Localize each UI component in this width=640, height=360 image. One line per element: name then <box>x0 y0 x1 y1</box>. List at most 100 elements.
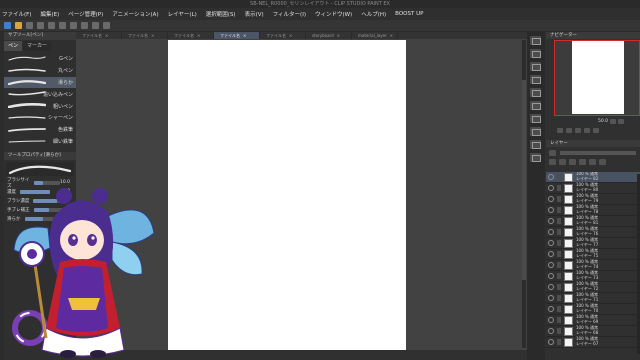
eye-icon[interactable] <box>548 339 554 345</box>
document-tab[interactable]: storyboard × <box>306 32 352 39</box>
menu-file[interactable]: ファイル(F) <box>2 10 31 18</box>
menu-selection[interactable]: 選択範囲(S) <box>206 10 236 18</box>
brush-item[interactable]: 滑らか <box>4 76 76 89</box>
lock-layer-icon[interactable] <box>569 159 576 165</box>
menu-window[interactable]: ウィンドウ(W) <box>315 10 352 18</box>
pen-icon[interactable] <box>557 295 561 301</box>
material-panel-icon[interactable] <box>530 101 541 110</box>
actual-size-icon[interactable] <box>566 127 572 133</box>
timeline-panel-icon[interactable] <box>530 114 541 123</box>
home-icon[interactable] <box>4 22 11 29</box>
eye-icon[interactable] <box>548 306 554 312</box>
menu-animation[interactable]: アニメーション(A) <box>112 10 158 18</box>
eye-icon[interactable] <box>548 328 554 334</box>
brush-item[interactable]: 細い鉄筆 <box>4 136 76 148</box>
auto-action-icon[interactable] <box>530 140 541 149</box>
subview-panel-icon[interactable] <box>530 49 541 58</box>
brush-item[interactable]: シャーペン <box>4 112 76 124</box>
color-panel-icon[interactable] <box>530 153 541 162</box>
zoom-in-icon[interactable] <box>610 118 617 124</box>
eye-icon[interactable] <box>548 196 554 202</box>
pen-icon[interactable] <box>557 251 561 257</box>
reference-layer-icon[interactable] <box>559 159 566 165</box>
navigator-zoom-value[interactable]: 50.0 <box>598 119 608 124</box>
rotate-left-icon[interactable] <box>575 127 581 133</box>
pen-icon[interactable] <box>557 240 561 246</box>
eye-icon[interactable] <box>548 218 554 224</box>
document-tab[interactable]: material_layer × <box>352 32 398 39</box>
pen-icon[interactable] <box>557 174 561 180</box>
save-icon[interactable] <box>37 22 44 29</box>
undo-icon[interactable] <box>48 22 55 29</box>
opacity-slider[interactable] <box>560 151 636 155</box>
new-file-icon[interactable] <box>15 22 22 29</box>
menu-boost-up[interactable]: BOOST UP <box>395 11 423 17</box>
tab-pen[interactable]: ペン <box>4 41 23 51</box>
pen-icon[interactable] <box>557 328 561 334</box>
eye-icon[interactable] <box>548 174 554 180</box>
document-tab[interactable]: ファイル名 × <box>168 32 214 39</box>
document-tab[interactable]: ファイル名 × <box>260 32 306 39</box>
pen-icon[interactable] <box>557 262 561 268</box>
close-icon[interactable]: × <box>390 33 393 38</box>
close-icon[interactable]: × <box>243 33 246 38</box>
rotate-right-icon[interactable] <box>584 127 590 133</box>
transform-icon[interactable] <box>81 22 88 29</box>
menu-view[interactable]: 表示(V) <box>245 10 264 18</box>
eye-icon[interactable] <box>548 317 554 323</box>
document-tab[interactable]: ファイル名 × <box>214 32 260 39</box>
pen-icon[interactable] <box>557 306 561 312</box>
close-icon[interactable]: × <box>289 33 292 38</box>
info-panel-icon[interactable] <box>530 62 541 71</box>
menu-edit[interactable]: 編集(E) <box>40 10 59 18</box>
eye-icon[interactable] <box>548 284 554 290</box>
eye-icon[interactable] <box>548 262 554 268</box>
canvas-paper[interactable] <box>168 40 406 354</box>
eye-icon[interactable] <box>548 273 554 279</box>
deselect-icon[interactable] <box>92 22 99 29</box>
pen-icon[interactable] <box>557 273 561 279</box>
fit-view-icon[interactable] <box>557 127 563 133</box>
brush-item[interactable]: 色鉄筆 <box>4 124 76 136</box>
menu-page[interactable]: ページ管理(P) <box>68 10 103 18</box>
layer-row[interactable]: 100 % 通常 レイヤー 67 <box>546 337 640 348</box>
canvas-vertical-scrollbar[interactable] <box>522 40 526 348</box>
layer-property-icon[interactable] <box>530 75 541 84</box>
pen-icon[interactable] <box>557 317 561 323</box>
eye-icon[interactable] <box>548 229 554 235</box>
document-tab[interactable]: ファイル名 × <box>76 32 122 39</box>
snap-icon[interactable] <box>103 22 110 29</box>
pen-icon[interactable] <box>557 229 561 235</box>
blend-mode-icon[interactable] <box>549 150 556 156</box>
brush-item[interactable]: Gペン <box>4 53 76 65</box>
close-icon[interactable]: × <box>197 33 200 38</box>
eye-icon[interactable] <box>548 295 554 301</box>
tab-marker[interactable]: マーカー <box>23 41 52 51</box>
pen-icon[interactable] <box>557 284 561 290</box>
pen-icon[interactable] <box>557 218 561 224</box>
menu-layer[interactable]: レイヤー(L) <box>168 10 197 18</box>
new-folder-icon[interactable] <box>589 159 596 165</box>
eye-icon[interactable] <box>548 240 554 246</box>
clear-icon[interactable] <box>70 22 77 29</box>
pen-icon[interactable] <box>557 207 561 213</box>
brush-item[interactable]: 丸ペン <box>4 65 76 77</box>
layer-search-icon[interactable] <box>530 88 541 97</box>
menu-filter[interactable]: フィルター(I) <box>273 10 306 18</box>
pen-icon[interactable] <box>557 185 561 191</box>
zoom-out-icon[interactable] <box>618 118 625 124</box>
new-layer-icon[interactable] <box>579 159 586 165</box>
menu-help[interactable]: ヘルプ(H) <box>361 10 386 18</box>
brush-item[interactable]: 追い込みペン <box>4 88 76 100</box>
pen-icon[interactable] <box>557 196 561 202</box>
navigator-panel-icon[interactable] <box>530 36 541 45</box>
redo-icon[interactable] <box>59 22 66 29</box>
close-icon[interactable]: × <box>151 33 154 38</box>
brush-item[interactable]: 粗いペン <box>4 100 76 112</box>
clip-lower-layer-icon[interactable] <box>549 159 556 165</box>
history-panel-icon[interactable] <box>530 127 541 136</box>
eye-icon[interactable] <box>548 185 554 191</box>
open-file-icon[interactable] <box>26 22 33 29</box>
close-icon[interactable]: × <box>337 33 340 38</box>
eye-icon[interactable] <box>548 251 554 257</box>
